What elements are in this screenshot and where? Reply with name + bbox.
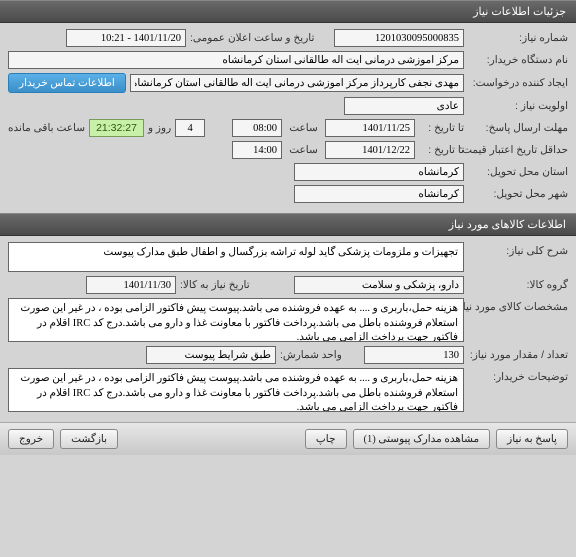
reply-button[interactable]: پاسخ به نیاز bbox=[496, 429, 568, 449]
goods-info-form: شرح کلی نیاز: گروه کالا: تاریخ نیاز به ک… bbox=[0, 236, 576, 422]
back-button[interactable]: بازگشت bbox=[60, 429, 118, 449]
need-date-field bbox=[86, 276, 176, 294]
buyer-org-field bbox=[8, 51, 464, 69]
label-time-2: ساعت bbox=[286, 144, 321, 156]
countdown-timer: 21:32:27 bbox=[89, 119, 144, 137]
buyer-notes-field bbox=[8, 368, 464, 412]
view-attachments-button[interactable]: مشاهده مدارک پیوستی (1) bbox=[353, 429, 491, 449]
need-number-field bbox=[334, 29, 464, 47]
footer-toolbar: پاسخ به نیاز مشاهده مدارک پیوستی (1) چاپ… bbox=[0, 422, 576, 455]
contact-info-button[interactable]: اطلاعات تماس خریدار bbox=[8, 73, 126, 93]
label-spec: مشخصات کالای مورد نیاز: bbox=[468, 298, 568, 313]
label-need-date: تاریخ نیاز به کالا: bbox=[180, 279, 290, 291]
label-province: استان محل تحویل: bbox=[468, 166, 568, 178]
requester-field bbox=[130, 74, 464, 92]
need-info-form: شماره نیاز: تاریخ و ساعت اعلان عمومی: نا… bbox=[0, 23, 576, 213]
priority-field bbox=[344, 97, 464, 115]
label-valid-min: حداقل تاریخ اعتبار قیمت: bbox=[468, 144, 568, 156]
label-notes: توضیحات خریدار: bbox=[468, 368, 568, 383]
label-need-no: شماره نیاز: bbox=[468, 32, 568, 44]
quantity-field bbox=[364, 346, 464, 364]
section-need-info: جزئیات اطلاعات نیاز bbox=[0, 0, 576, 23]
days-remaining-field bbox=[175, 119, 205, 137]
label-time-1: ساعت bbox=[286, 122, 321, 134]
label-city: شهر محل تحویل: bbox=[468, 188, 568, 200]
reply-date-field bbox=[325, 119, 415, 137]
unit-field bbox=[146, 346, 276, 364]
label-qty: تعداد / مقدار مورد نیاز: bbox=[468, 349, 568, 361]
label-to-date-1: تا تاریخ : bbox=[419, 122, 464, 134]
label-reply-deadline: مهلت ارسال پاسخ: bbox=[468, 122, 568, 134]
announce-datetime-field bbox=[66, 29, 186, 47]
label-buyer-org: نام دستگاه خریدار: bbox=[468, 54, 568, 66]
label-unit: واحد شمارش: bbox=[280, 349, 360, 361]
label-announce-dt: تاریخ و ساعت اعلان عمومی: bbox=[190, 32, 330, 44]
valid-time-field bbox=[232, 141, 282, 159]
goods-group-field bbox=[294, 276, 464, 294]
valid-date-field bbox=[325, 141, 415, 159]
label-remaining: ساعت باقی مانده bbox=[8, 122, 85, 134]
label-goods-group: گروه کالا: bbox=[468, 279, 568, 291]
province-field bbox=[294, 163, 464, 181]
reply-time-field bbox=[232, 119, 282, 137]
exit-button[interactable]: خروج bbox=[8, 429, 54, 449]
label-days-and: روز و bbox=[148, 122, 171, 134]
spec-field bbox=[8, 298, 464, 342]
city-field bbox=[294, 185, 464, 203]
print-button[interactable]: چاپ bbox=[305, 429, 347, 449]
label-requester: ایجاد کننده درخواست: bbox=[468, 77, 568, 89]
label-priority: اولویت نیاز : bbox=[468, 100, 568, 112]
description-field bbox=[8, 242, 464, 272]
section-goods-info: اطلاعات کالاهای مورد نیاز bbox=[0, 213, 576, 236]
label-desc: شرح کلی نیاز: bbox=[468, 242, 568, 257]
label-to-date-2: تا تاریخ : bbox=[419, 144, 464, 156]
